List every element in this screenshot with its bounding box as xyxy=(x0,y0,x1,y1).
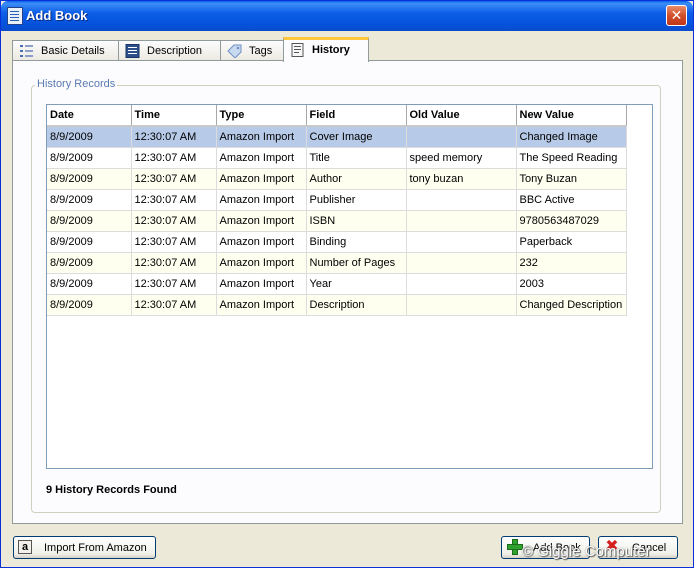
cell-new-value: 232 xyxy=(516,252,627,274)
cell-type: Amazon Import xyxy=(216,273,307,295)
cell-date: 8/9/2009 xyxy=(47,252,132,274)
tag-icon xyxy=(227,44,242,58)
table-row[interactable]: 8/9/2009 12:30:07 AM Amazon Import ISBN … xyxy=(47,210,627,232)
cell-date: 8/9/2009 xyxy=(47,210,132,232)
cell-field: ISBN xyxy=(306,210,407,232)
tab-label: Basic Details xyxy=(41,45,105,57)
cell-type: Amazon Import xyxy=(216,231,307,253)
cell-old-value xyxy=(406,126,517,148)
cell-field: Publisher xyxy=(306,189,407,211)
cell-time: 12:30:07 AM xyxy=(131,294,217,316)
table-row[interactable]: 8/9/2009 12:30:07 AM Amazon Import Year … xyxy=(47,273,627,295)
cell-date: 8/9/2009 xyxy=(47,126,132,148)
cell-date: 8/9/2009 xyxy=(47,147,132,169)
cell-old-value: speed memory xyxy=(406,147,517,169)
list-icon xyxy=(20,45,33,57)
history-table: Date Time Type Field Old Value New Value… xyxy=(47,105,627,316)
plus-icon xyxy=(507,539,523,555)
column-header-old-value[interactable]: Old Value xyxy=(406,105,517,127)
cell-time: 12:30:07 AM xyxy=(131,273,217,295)
table-row[interactable]: 8/9/2009 12:30:07 AM Amazon Import Descr… xyxy=(47,294,627,316)
cell-old-value xyxy=(406,231,517,253)
cell-new-value: BBC Active xyxy=(516,189,627,211)
table-row[interactable]: 8/9/2009 12:30:07 AM Amazon Import Bindi… xyxy=(47,231,627,253)
cell-date: 8/9/2009 xyxy=(47,189,132,211)
cell-field: Year xyxy=(306,273,407,295)
import-from-amazon-button[interactable]: a Import From Amazon xyxy=(13,536,156,559)
history-grid[interactable]: Date Time Type Field Old Value New Value… xyxy=(46,104,653,469)
cell-field: Title xyxy=(306,147,407,169)
header-row: Date Time Type Field Old Value New Value xyxy=(47,105,627,127)
cell-old-value xyxy=(406,294,517,316)
group-label: History Records xyxy=(35,78,118,90)
cell-time: 12:30:07 AM xyxy=(131,168,217,190)
cell-old-value xyxy=(406,273,517,295)
history-panel: History Records Date Time Type Field Old… xyxy=(12,60,683,524)
cell-time: 12:30:07 AM xyxy=(131,189,217,211)
book-icon xyxy=(7,7,23,25)
tab-tags[interactable]: Tags xyxy=(220,40,284,61)
cell-field: Description xyxy=(306,294,407,316)
cell-new-value: Paperback xyxy=(516,231,627,253)
cell-new-value: Tony Buzan xyxy=(516,168,627,190)
button-label: Import From Amazon xyxy=(44,542,147,554)
cell-new-value: 2003 xyxy=(516,273,627,295)
column-header-type[interactable]: Type xyxy=(216,105,307,127)
column-header-time[interactable]: Time xyxy=(131,105,217,127)
cell-time: 12:30:07 AM xyxy=(131,126,217,148)
cell-time: 12:30:07 AM xyxy=(131,231,217,253)
cell-type: Amazon Import xyxy=(216,168,307,190)
table-row[interactable]: 8/9/2009 12:30:07 AM Amazon Import Autho… xyxy=(47,168,627,190)
cell-field: Cover Image xyxy=(306,126,407,148)
amazon-icon: a xyxy=(18,540,32,554)
close-button[interactable]: ✕ xyxy=(666,5,687,26)
table-row[interactable]: 8/9/2009 12:30:07 AM Amazon Import Title… xyxy=(47,147,627,169)
tab-label: Tags xyxy=(249,45,273,57)
title-bar[interactable]: Add Book ✕ xyxy=(1,1,693,31)
history-icon xyxy=(291,43,304,57)
document-icon xyxy=(125,44,140,58)
cell-time: 12:30:07 AM xyxy=(131,210,217,232)
cell-date: 8/9/2009 xyxy=(47,231,132,253)
column-header-field[interactable]: Field xyxy=(306,105,407,127)
cell-type: Amazon Import xyxy=(216,126,307,148)
cell-time: 12:30:07 AM xyxy=(131,252,217,274)
cell-type: Amazon Import xyxy=(216,252,307,274)
column-header-new-value[interactable]: New Value xyxy=(516,105,627,127)
cell-old-value xyxy=(406,189,517,211)
add-book-window: Add Book ✕ Basic Details Description Tag… xyxy=(0,0,694,568)
watermark-text: © Giggle Computer xyxy=(522,543,651,560)
cell-new-value: The Speed Reading xyxy=(516,147,627,169)
cell-type: Amazon Import xyxy=(216,147,307,169)
window-title: Add Book xyxy=(26,8,88,23)
cell-type: Amazon Import xyxy=(216,294,307,316)
cell-type: Amazon Import xyxy=(216,210,307,232)
tab-label: History xyxy=(312,44,350,56)
tab-label: Description xyxy=(147,45,203,57)
table-row[interactable]: 8/9/2009 12:30:07 AM Amazon Import Publi… xyxy=(47,189,627,211)
tab-history[interactable]: History xyxy=(283,37,369,62)
cell-field: Number of Pages xyxy=(306,252,407,274)
tab-description[interactable]: Description xyxy=(118,40,221,61)
cell-old-value xyxy=(406,210,517,232)
cell-new-value: Changed Description xyxy=(516,294,627,316)
cell-date: 8/9/2009 xyxy=(47,273,132,295)
cell-field: Author xyxy=(306,168,407,190)
cell-type: Amazon Import xyxy=(216,189,307,211)
record-count-label: 9 History Records Found xyxy=(46,484,177,496)
tab-basic-details[interactable]: Basic Details xyxy=(12,40,119,61)
table-row[interactable]: 8/9/2009 12:30:07 AM Amazon Import Cover… xyxy=(47,126,627,148)
cell-time: 12:30:07 AM xyxy=(131,147,217,169)
cell-field: Binding xyxy=(306,231,407,253)
cell-old-value: tony buzan xyxy=(406,168,517,190)
cell-new-value: Changed Image xyxy=(516,126,627,148)
table-row[interactable]: 8/9/2009 12:30:07 AM Amazon Import Numbe… xyxy=(47,252,627,274)
cell-date: 8/9/2009 xyxy=(47,168,132,190)
cell-old-value xyxy=(406,252,517,274)
column-header-date[interactable]: Date xyxy=(47,105,132,127)
cell-date: 8/9/2009 xyxy=(47,294,132,316)
cell-new-value: 9780563487029 xyxy=(516,210,627,232)
